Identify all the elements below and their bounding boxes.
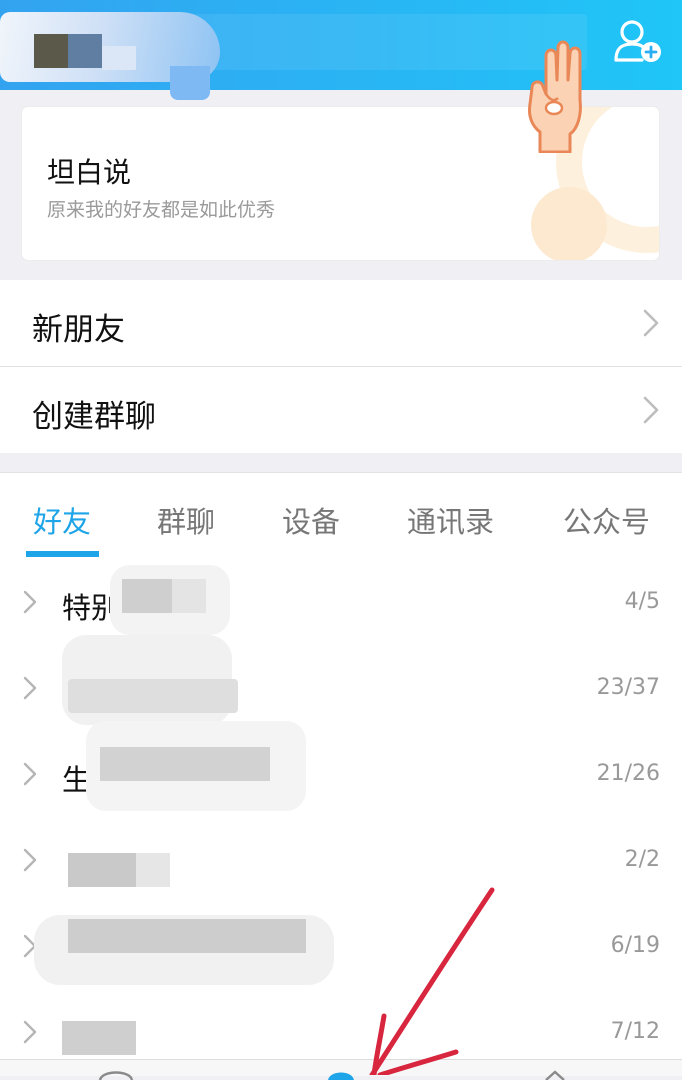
- group-online-count: 21/26: [596, 761, 660, 786]
- redacted-blur: [172, 579, 206, 613]
- card-subtitle: 原来我的好友都是如此优秀: [47, 199, 276, 221]
- chevron-right-icon: [643, 396, 659, 424]
- redacted-blur: [68, 919, 306, 953]
- card-title: 坦白说: [47, 156, 132, 189]
- group-online-count: 23/37: [596, 675, 660, 700]
- tab-devices[interactable]: 设备: [282, 499, 340, 541]
- active-tab-indicator: [26, 551, 99, 557]
- chevron-right-icon: [23, 762, 37, 786]
- chevron-right-icon: [23, 590, 37, 614]
- create-group-chat-label: 创建群聊: [32, 399, 156, 435]
- tab-group-chats[interactable]: 群聊: [157, 499, 215, 541]
- contacts-tab-bar: 好友 群聊 设备 通讯录 公众号: [0, 472, 682, 560]
- create-group-chat-row[interactable]: 创建群聊: [0, 367, 682, 453]
- contacts-tab-icon[interactable]: [326, 1066, 356, 1080]
- friend-group-row[interactable]: 6/19: [0, 903, 682, 989]
- new-friends-row[interactable]: 新朋友: [0, 280, 682, 366]
- discover-tab-icon[interactable]: [540, 1066, 570, 1080]
- redacted-blur: [122, 579, 172, 613]
- redacted-blur: [100, 747, 270, 781]
- messages-tab-icon[interactable]: [96, 1066, 136, 1080]
- hand-icon: [528, 40, 582, 153]
- user-avatar[interactable]: [0, 0, 230, 100]
- friend-group-row[interactable]: 特别 4/5: [0, 559, 682, 645]
- redacted-blur: [68, 679, 238, 713]
- redacted-blur: [62, 1021, 136, 1055]
- group-online-count: 2/2: [624, 847, 660, 872]
- friend-group-row[interactable]: 23/37: [0, 635, 682, 731]
- redacted-blur: [136, 853, 170, 887]
- group-online-count: 6/19: [610, 933, 660, 958]
- chevron-right-icon: [23, 1020, 37, 1044]
- chevron-right-icon: [23, 848, 37, 872]
- tab-official-accounts[interactable]: 公众号: [563, 499, 650, 541]
- chevron-right-icon: [23, 676, 37, 700]
- chevron-right-icon: [643, 309, 659, 337]
- friend-group-row[interactable]: 生 21/26: [0, 721, 682, 817]
- tab-friends[interactable]: 好友: [33, 499, 91, 541]
- group-online-count: 4/5: [624, 589, 660, 614]
- friend-group-row[interactable]: 2/2: [0, 817, 682, 903]
- tab-address-book[interactable]: 通讯录: [407, 499, 494, 541]
- friend-group-list: 特别 4/5 23/37 生 21/26 2/2 6/19 7/12: [0, 559, 682, 1059]
- group-online-count: 7/12: [610, 1019, 660, 1044]
- add-contact-icon[interactable]: [612, 18, 664, 64]
- new-friends-label: 新朋友: [32, 312, 125, 348]
